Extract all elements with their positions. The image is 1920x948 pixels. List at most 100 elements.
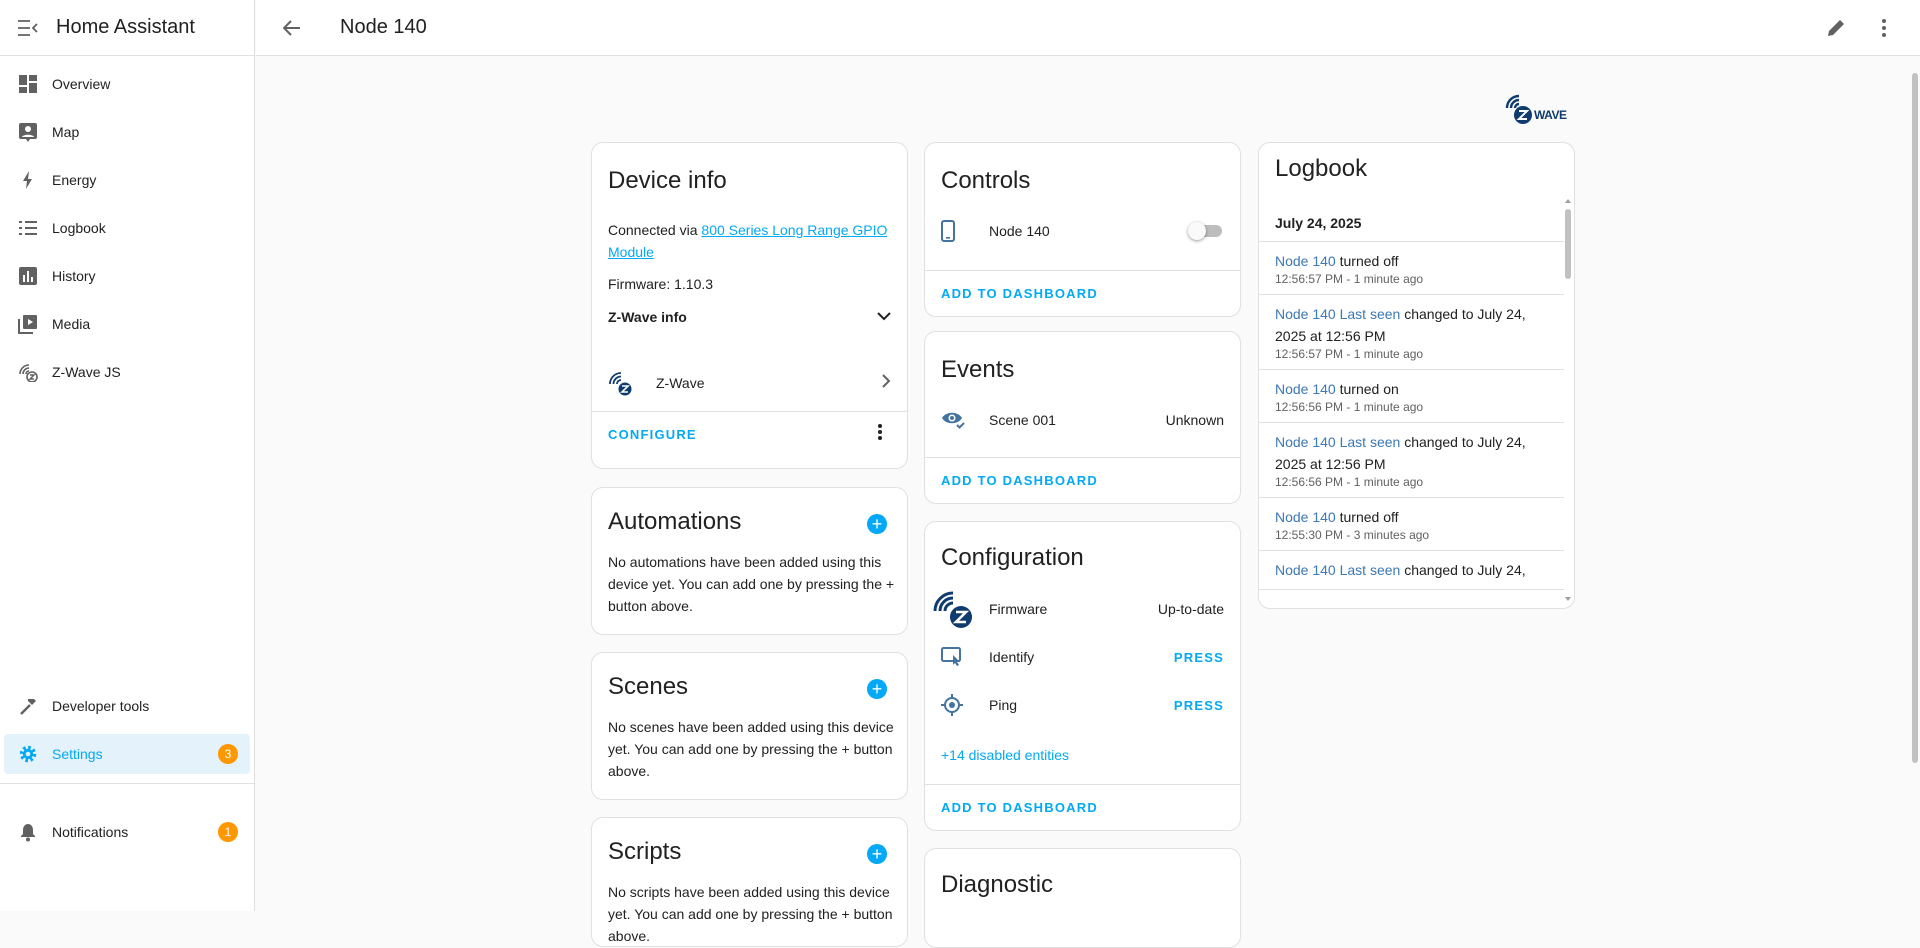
logbook-entry: Node 140 Last seen changed to July 24, 2… [1259,295,1564,370]
chevron-down-icon [877,308,891,326]
disabled-entities-link[interactable]: +14 disabled entities [941,747,1069,763]
card-title: Configuration [941,544,1084,571]
add-scene-button[interactable]: + [867,679,887,699]
entity-name: Identify [989,649,1035,665]
settings-badge: 3 [218,744,238,764]
scripts-empty-text: No scripts have been added using this de… [608,884,893,944]
logbook-entry: Node 140 turned off 12:56:57 PM - 1 minu… [1259,242,1564,295]
menu-collapse-icon[interactable] [0,19,56,36]
logbook-entity-link[interactable]: Node 140 Last seen [1275,434,1400,450]
sidebar-item-label: Notifications [52,824,129,840]
card-title: Scenes [608,673,689,700]
scrollbar-thumb[interactable] [1912,73,1918,763]
media-icon [4,314,52,334]
dashboard-icon [4,74,52,94]
entity-name: Ping [989,697,1018,713]
add-to-dashboard-button[interactable]: ADD TO DASHBOARD [933,792,1106,823]
zwave-integration-icon [608,370,656,396]
logbook-time: 12:56:57 PM - 1 minute ago [1275,272,1424,286]
sidebar-item-media[interactable]: Media [4,304,250,344]
configure-button[interactable]: CONFIGURE [600,419,705,450]
sidebar-item-settings[interactable]: Settings 3 [4,734,250,774]
scenes-empty-text: No scenes have been added using this dev… [608,719,894,779]
diagnostic-card: Diagnostic [924,848,1241,948]
sidebar-item-overview[interactable]: Overview [4,64,250,104]
configuration-card: Configuration Firmware Up-to-date Identi… [924,521,1241,831]
configuration-actions: ADD TO DASHBOARD [925,784,1240,830]
logbook-icon [4,218,52,238]
add-automation-button[interactable]: + [867,514,887,534]
sidebar-item-notifications[interactable]: Notifications 1 [4,812,250,852]
sidebar-item-label: Logbook [52,220,106,236]
entity-row-identify[interactable]: Identify PRESS [925,637,1240,677]
sidebar-header: Home Assistant [0,0,254,56]
logbook-entity-link[interactable]: Node 140 Last seen [1275,562,1400,578]
logbook-time: 12:56:56 PM - 1 minute ago [1275,400,1424,414]
sidebar-item-developer-tools[interactable]: Developer tools [4,686,250,726]
zwave-brand-logo: WAVE [1505,94,1577,126]
chart-icon [4,266,52,286]
card-title: Automations [608,508,742,535]
device-info-card: Device info Connected via 800 Series Lon… [591,142,908,469]
entity-row-node-140[interactable]: Node 140 [925,211,1240,251]
logbook-message: turned on [1335,381,1399,397]
sidebar-item-label: Energy [52,172,97,188]
zwave-info-label: Z-Wave info [608,309,687,325]
identify-press-button[interactable]: PRESS [1174,650,1224,665]
sidebar-item-energy[interactable]: Energy [4,160,250,200]
sidebar-divider [0,783,254,784]
sidebar-item-history[interactable]: History [4,256,250,296]
map-icon [4,122,52,142]
automations-card: Automations + No automations have been a… [591,487,908,635]
sidebar-item-logbook[interactable]: Logbook [4,208,250,248]
card-title: Logbook [1275,155,1368,182]
zwave-logo-text: WAVE [1534,108,1567,122]
logbook-entity-link[interactable]: Node 140 [1275,381,1336,397]
entity-row-firmware[interactable]: Firmware Up-to-date [925,589,1240,629]
bell-icon [4,822,52,842]
logbook-entity-link[interactable]: Node 140 [1275,509,1336,525]
more-vertical-icon[interactable] [1860,4,1908,52]
top-app-bar: Node 140 [256,0,1920,56]
sidebar-item-zwave-js[interactable]: Z-Wave JS [4,352,250,392]
gear-icon [4,744,52,764]
more-vertical-icon[interactable] [877,423,883,446]
sidebar-item-label: Settings [52,746,103,762]
sidebar-item-label: Map [52,124,80,140]
eye-check-icon [941,410,989,430]
zwave-info-expander[interactable]: Z-Wave info [608,303,891,331]
entity-toggle[interactable] [1188,222,1224,240]
ping-press-button[interactable]: PRESS [1174,698,1224,713]
hammer-icon [4,696,52,716]
page-scrollbar[interactable] [1910,57,1920,911]
entity-row-scene-001[interactable]: Scene 001 Unknown [925,400,1240,440]
sidebar-item-label: Z-Wave JS [52,364,121,380]
logbook-entry: Node 140 Last seen changed to July 24, 2… [1259,423,1564,498]
edit-pencil-icon[interactable] [1812,4,1860,52]
back-arrow-icon[interactable] [256,19,328,37]
entity-row-ping[interactable]: Ping PRESS [925,685,1240,725]
logbook-entry: Node 140 turned on 12:56:56 PM - 1 minut… [1259,370,1564,423]
logbook-time: 12:56:56 PM - 1 minute ago [1275,475,1424,489]
add-to-dashboard-button[interactable]: ADD TO DASHBOARD [933,278,1106,309]
monitor-touch-icon [941,647,989,667]
device-info-actions: CONFIGURE [592,411,907,457]
notifications-badge: 1 [218,822,238,842]
sidebar-item-map[interactable]: Map [4,112,250,152]
firmware-text: Firmware: 1.10.3 [608,276,714,292]
add-script-button[interactable]: + [867,844,887,864]
logbook-entity-link[interactable]: Node 140 [1275,253,1336,269]
cellphone-icon [941,220,989,242]
logbook-scrollbar[interactable] [1564,197,1572,602]
card-title: Device info [608,167,727,194]
scripts-card: Scripts + No scripts have been added usi… [591,817,908,947]
logbook-entity-link[interactable]: Node 140 Last seen [1275,306,1400,322]
scenes-card: Scenes + No scenes have been added using… [591,652,908,800]
integration-row[interactable]: Z-Wave [592,363,907,403]
sidebar: Home Assistant Overview Map Energy Logbo… [0,0,255,911]
logbook-card: Logbook July 24, 2025 Node 140 turned of… [1258,142,1575,609]
card-title: Events [941,356,1015,383]
add-to-dashboard-button[interactable]: ADD TO DASHBOARD [933,465,1106,496]
crosshairs-icon [941,694,989,716]
logbook-time: 12:56:57 PM - 1 minute ago [1275,347,1424,361]
